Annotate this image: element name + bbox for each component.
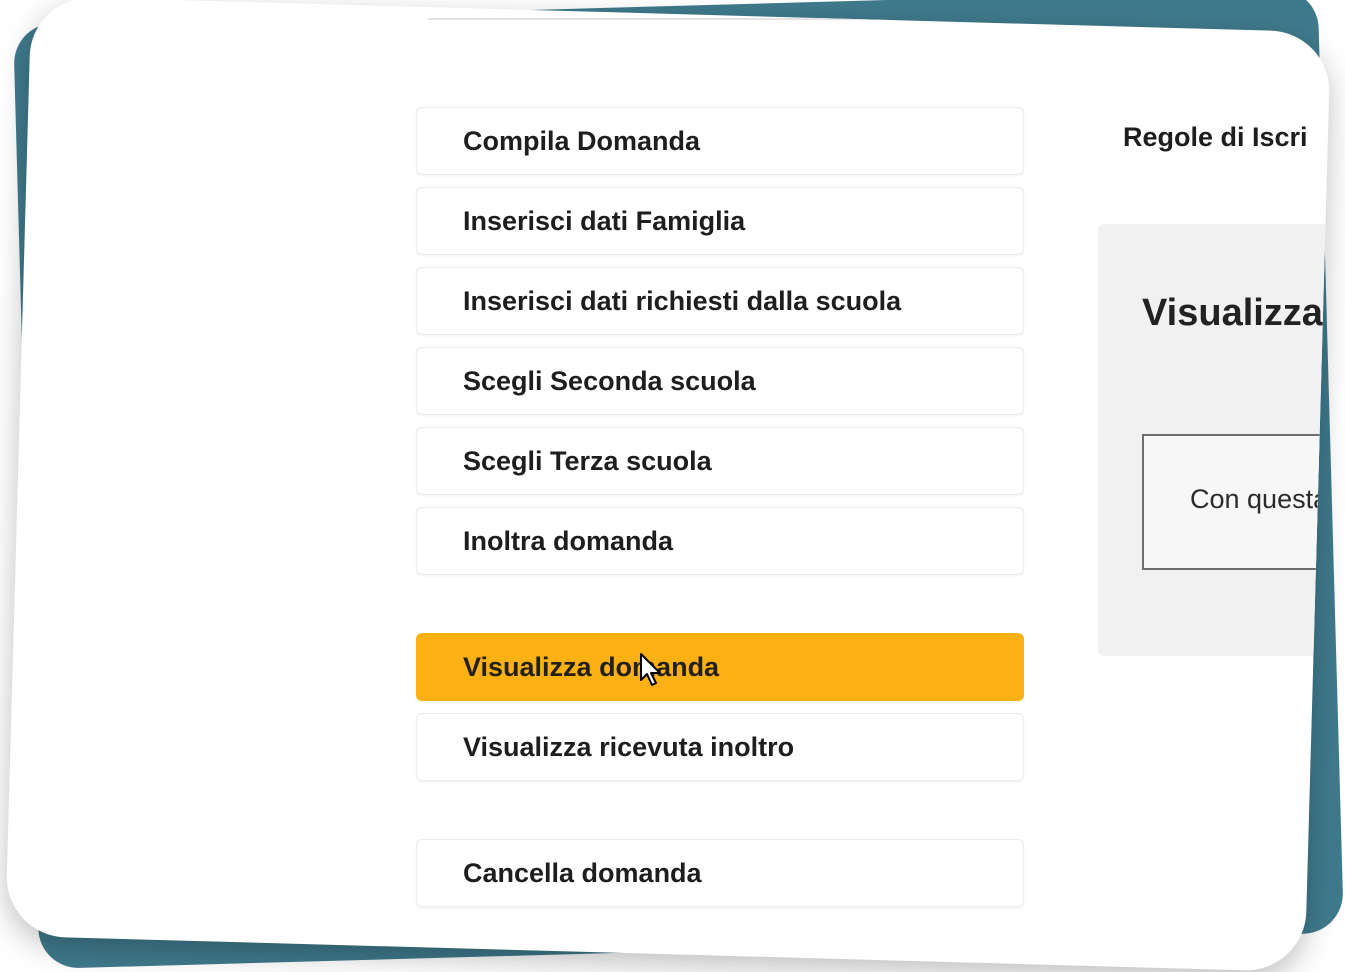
menu-item-label: Visualizza ricevuta inoltro <box>463 731 795 762</box>
menu-item-visualizza-domanda[interactable]: Visualizza domanda <box>416 633 1024 701</box>
menu-item-inserisci-dati-famiglia[interactable]: Inserisci dati Famiglia <box>416 187 1024 255</box>
mouse-pointer-icon <box>640 653 661 686</box>
menu-item-scegli-seconda-scuola[interactable]: Scegli Seconda scuola <box>416 347 1024 415</box>
detail-panel: Visualizza Con questa <box>1098 224 1331 656</box>
menu-item-label: Scegli Seconda scuola <box>463 365 756 396</box>
menu-item-label: Inserisci dati Famiglia <box>463 205 746 236</box>
menu-item-visualizza-ricevuta[interactable]: Visualizza ricevuta inoltro <box>416 713 1024 781</box>
menu-item-compila-domanda[interactable]: Compila Domanda <box>416 107 1024 175</box>
menu-item-cancella-domanda[interactable]: Cancella domanda <box>416 839 1024 907</box>
panel-title: Visualizza <box>1142 292 1323 334</box>
menu-item-label: Visualizza domanda <box>463 651 720 682</box>
regole-iscrizione-link[interactable]: Regole di Iscri <box>1123 122 1308 153</box>
menu-item-label: Inserisci dati richiesti dalla scuola <box>463 285 902 316</box>
menu-item-label: Compila Domanda <box>463 125 701 156</box>
info-box: Con questa <box>1142 434 1331 570</box>
menu-item-label: Scegli Terza scuola <box>463 445 712 476</box>
menu-item-scegli-terza-scuola[interactable]: Scegli Terza scuola <box>416 427 1024 495</box>
app-window: Compila Domanda Inserisci dati Famiglia … <box>5 0 1331 972</box>
menu-item-label: Inoltra domanda <box>463 525 674 556</box>
menu-item-label: Cancella domanda <box>463 857 702 888</box>
menu-item-inoltra-domanda[interactable]: Inoltra domanda <box>416 507 1024 575</box>
info-box-text: Con questa <box>1190 484 1329 514</box>
menu-item-inserisci-dati-scuola[interactable]: Inserisci dati richiesti dalla scuola <box>416 267 1024 335</box>
